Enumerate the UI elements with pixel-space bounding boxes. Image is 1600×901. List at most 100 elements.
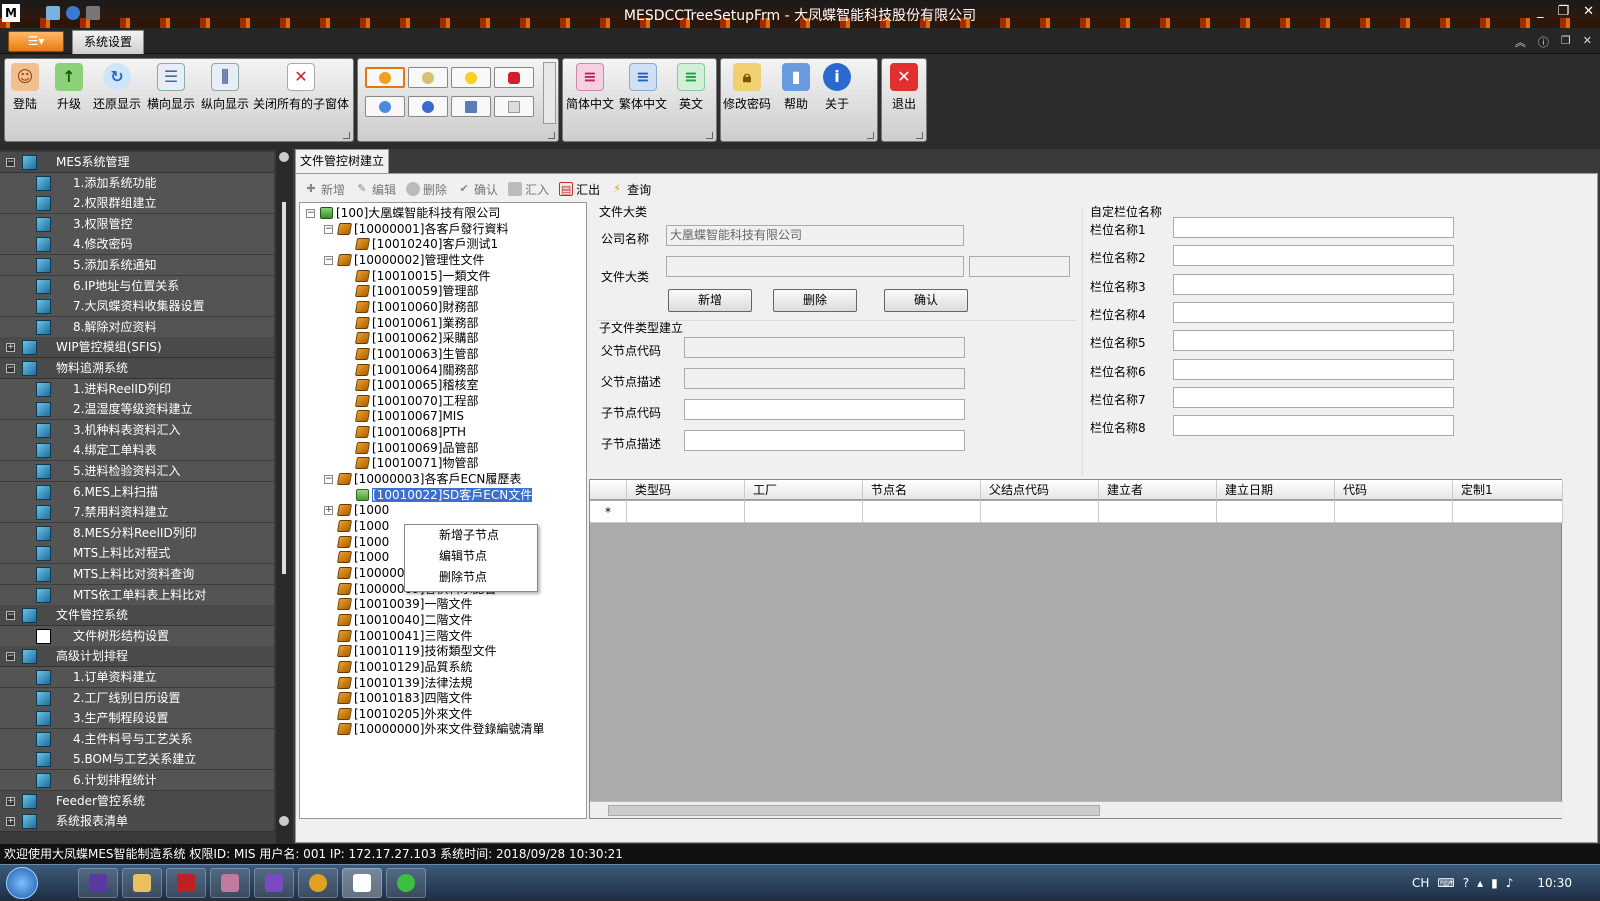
col-creator[interactable]: 建立者 (1099, 480, 1217, 500)
col-parent-node-code[interactable]: 父结点代码 (981, 480, 1099, 500)
theme-yellow-button[interactable] (451, 67, 491, 88)
theme-gallery-scrollbar[interactable] (543, 62, 556, 124)
grid-cell[interactable] (745, 501, 863, 523)
nav-item[interactable]: 5.添加系统通知 (0, 255, 274, 276)
parent-code-field[interactable] (684, 337, 965, 358)
nav-group-material-trace[interactable]: − 物料追溯系统 (0, 358, 274, 379)
taskbar-app-chrome[interactable] (298, 868, 338, 898)
tree-node[interactable]: [10010061]業務部 (354, 315, 478, 331)
menu-item-delete-node[interactable]: 删除节点 (405, 567, 537, 588)
company-name-field[interactable]: 大凰蝶智能科技有限公司 (666, 225, 964, 246)
english-button[interactable]: ≡ 英文 (677, 63, 705, 111)
navigation-scroll-thumb[interactable] (282, 202, 286, 574)
grid-cell[interactable] (981, 501, 1099, 523)
nav-item[interactable]: MTS上料比对程式 (0, 543, 274, 565)
group-launcher[interactable] (706, 132, 713, 139)
tree-node[interactable]: [10010139]法律法規 (336, 675, 472, 691)
query-button[interactable]: ⚡ 查询 (610, 181, 651, 198)
nav-item[interactable]: 7.禁用料资料建立 (0, 502, 274, 524)
grid-cell[interactable] (1335, 501, 1453, 523)
vertical-display-button[interactable]: ⫼ 纵向显示 (201, 63, 249, 111)
tree-node[interactable]: [10010062]采購部 (354, 330, 478, 346)
tree-node[interactable]: [10000000]外來文件登錄編號清單 (336, 721, 544, 737)
traditional-chinese-button[interactable]: ≡ 繁体中文 (619, 63, 667, 111)
edit-button[interactable]: ✎ 编辑 (355, 181, 396, 198)
tree-node[interactable]: [10010119]技術類型文件 (336, 643, 496, 659)
tree-node[interactable]: [1000 (336, 518, 389, 534)
nav-group-document-control[interactable]: − 文件管控系统 (0, 605, 274, 627)
grid-scroll-thumb[interactable] (608, 805, 1100, 816)
tree-node[interactable]: [10010039]一階文件 (336, 596, 472, 612)
delete-button[interactable]: 删除 (406, 181, 447, 198)
nav-item[interactable]: 8.解除对应资料 (0, 316, 274, 338)
grid-cell[interactable] (627, 501, 745, 523)
nav-group-mes-admin[interactable]: − MES系统管理 (0, 152, 274, 173)
horizontal-display-button[interactable]: ☰ 横向显示 (147, 63, 195, 111)
theme-blue-button[interactable] (365, 96, 405, 117)
tree-node[interactable]: [10010015]一類文件 (354, 268, 490, 284)
group-launcher[interactable] (867, 132, 874, 139)
tree-node[interactable]: [1000 (336, 549, 389, 565)
confirm-button[interactable]: ✔ 确认 (457, 181, 498, 198)
help-button[interactable]: ▮ 帮助 (782, 63, 810, 111)
collapse-ribbon-icon[interactable]: ︽ (1515, 34, 1526, 50)
tree-node[interactable]: [100]大凰蝶智能科技有限公司 (320, 205, 500, 221)
grid-horizontal-scrollbar[interactable] (590, 801, 1563, 818)
collapse-icon[interactable]: − (6, 364, 15, 373)
group-launcher[interactable] (343, 132, 350, 139)
grid-cell[interactable] (1217, 501, 1335, 523)
col-factory[interactable]: 工厂 (745, 480, 863, 500)
custom-field-input[interactable] (1173, 245, 1454, 267)
nav-item[interactable]: 5.BOM与工艺关系建立 (0, 749, 274, 771)
restore-button[interactable]: ❐ (1557, 4, 1569, 19)
close-button[interactable]: ✕ (1583, 4, 1594, 19)
taskbar-app-vs[interactable] (78, 868, 118, 898)
collapse-icon[interactable]: − (324, 255, 333, 265)
tree-node[interactable]: [10010059]管理部 (354, 283, 478, 299)
app-menu-button[interactable]: ☰▾ (8, 31, 64, 52)
grid-cell[interactable] (863, 501, 981, 523)
taskbar-app-vs-ide[interactable] (254, 868, 294, 898)
tab-document-tree[interactable]: 文件管控树建立 (295, 149, 389, 173)
nav-item[interactable]: MTS上料比对资料查询 (0, 564, 274, 585)
restore-display-button[interactable]: ↻ 还原显示 (93, 63, 141, 111)
close-all-children-button[interactable]: ✕ 关闭所有的子窗体 (253, 63, 349, 111)
volume-icon[interactable]: ♪ (1506, 876, 1514, 890)
tree-node[interactable]: [10010067]MIS (354, 408, 464, 424)
tree-node[interactable]: [10010071]物管部 (354, 455, 478, 471)
tree-node[interactable]: [10010240]客戶测试1 (354, 236, 498, 252)
expand-icon[interactable]: + (6, 796, 15, 806)
child-desc-field[interactable] (684, 430, 965, 451)
mdi-close-icon[interactable]: ✕ (1583, 34, 1592, 50)
category-code-field[interactable] (666, 256, 964, 277)
col-code[interactable]: 代码 (1335, 480, 1453, 500)
category-add-button[interactable]: 新增 (668, 289, 752, 312)
mdi-restore-icon[interactable]: ❐ (1561, 34, 1571, 50)
nav-group-wip[interactable]: + WIP管控模组(SFIS) (0, 337, 274, 359)
parent-desc-field[interactable] (684, 368, 965, 389)
col-node-name[interactable]: 节点名 (863, 480, 981, 500)
menu-item-add-child[interactable]: 新增子节点 (405, 525, 537, 546)
tree-node[interactable]: [10000003]各客戶ECN履歷表 (336, 471, 521, 487)
nav-item[interactable]: 3.生产制程段设置 (0, 708, 274, 730)
tab-system-settings[interactable]: 系统设置 (72, 30, 144, 54)
nav-group-feeder[interactable]: + Feeder管控系统 (0, 790, 274, 812)
tree-node[interactable]: [10010063]生管部 (354, 346, 478, 362)
custom-field-input[interactable] (1173, 386, 1454, 408)
login-button[interactable]: ☺ 登陆 (11, 63, 39, 111)
custom-field-input[interactable] (1173, 330, 1454, 352)
nav-item[interactable]: 7.大凤蝶资料收集器设置 (0, 296, 274, 318)
export-button[interactable]: ▤ 汇出 (559, 181, 600, 198)
col-custom1[interactable]: 定制1 (1453, 480, 1563, 500)
custom-field-input[interactable] (1173, 273, 1454, 295)
upgrade-button[interactable]: ↑ 升级 (55, 63, 83, 111)
tree-node[interactable]: [10010129]品質系統 (336, 659, 472, 675)
custom-field-input[interactable] (1173, 217, 1454, 238)
collapse-icon[interactable]: − (324, 475, 333, 485)
collapse-icon[interactable]: − (6, 158, 15, 167)
tree-node[interactable]: [10010040]二階文件 (336, 612, 472, 628)
clock[interactable]: 10:30 (1537, 876, 1572, 890)
nav-item[interactable]: 6.计划排程统计 (0, 770, 274, 791)
col-type-code[interactable]: 类型码 (627, 480, 745, 500)
nav-item[interactable]: 1.添加系统功能 (0, 172, 274, 194)
